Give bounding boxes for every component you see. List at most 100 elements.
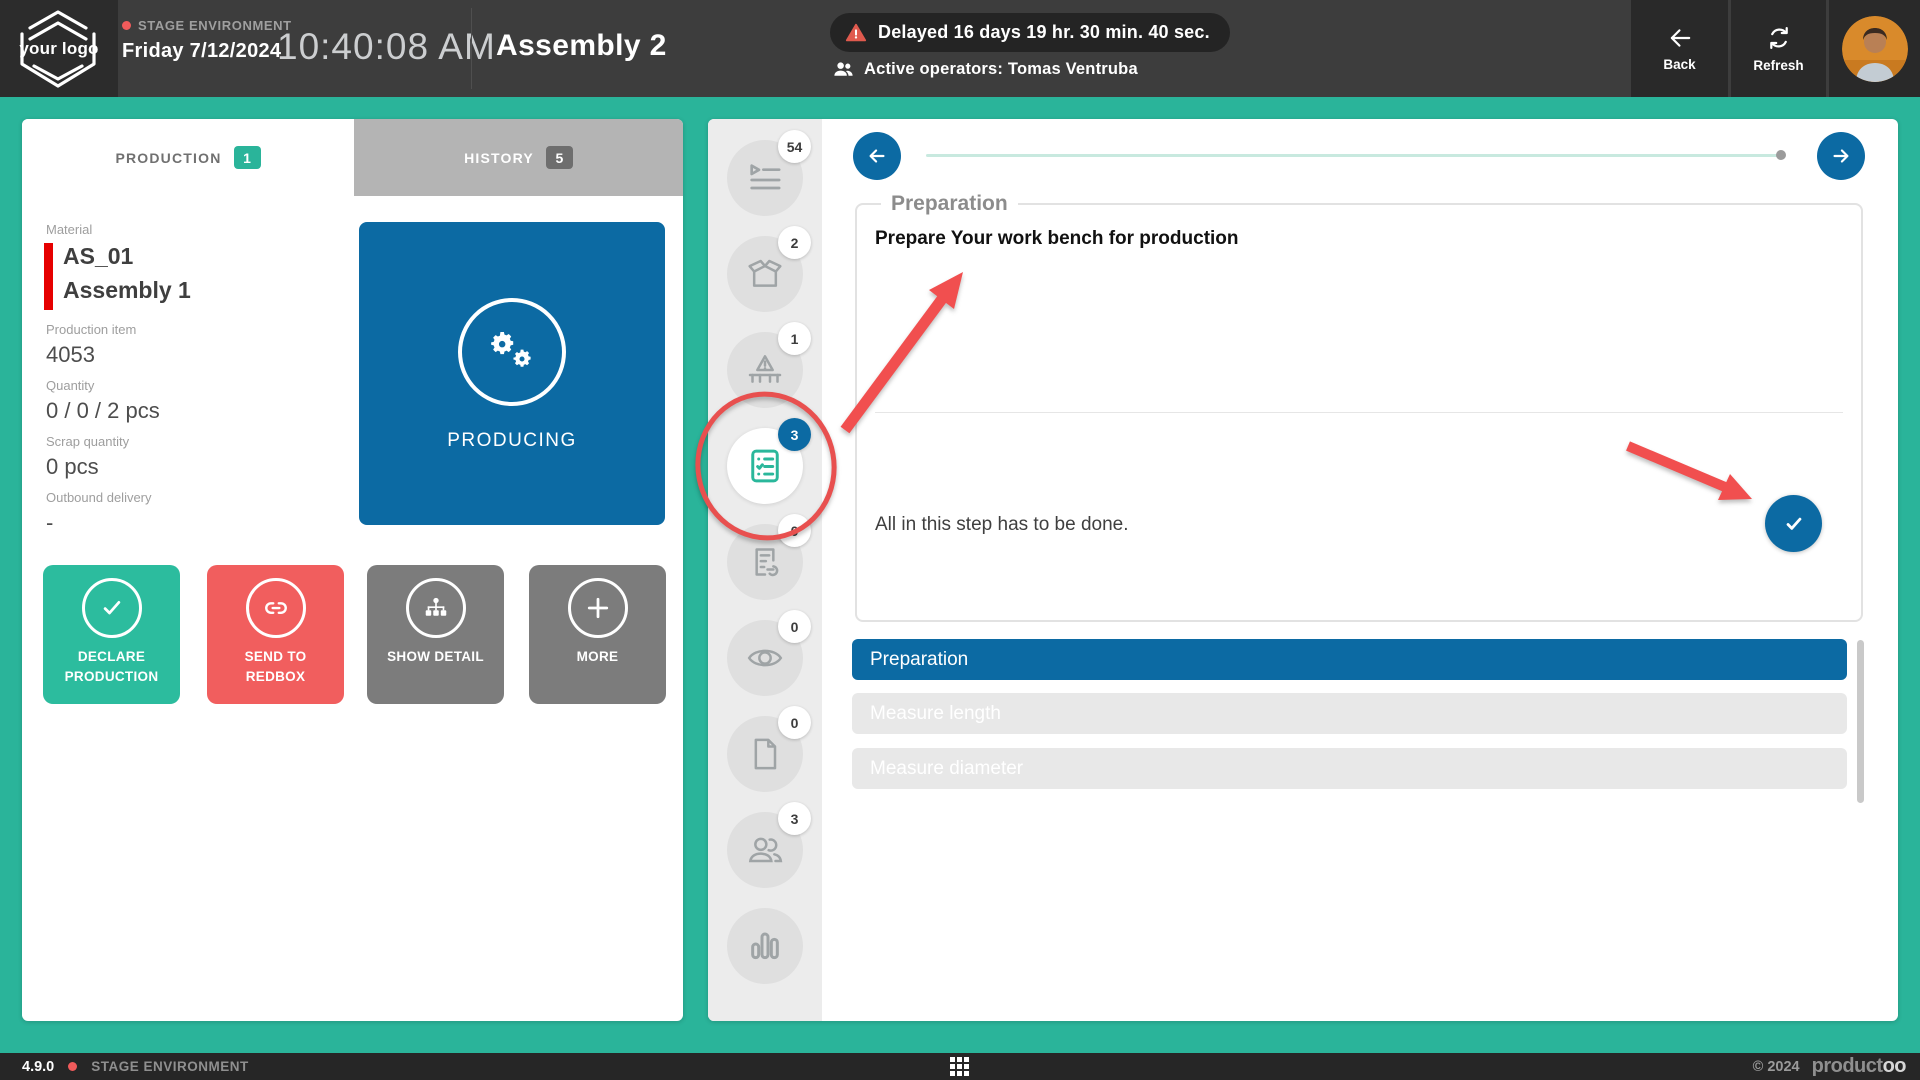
delay-message: Delayed 16 days 19 hr. 30 min. 40 sec. [878,22,1210,43]
step-note: All in this step has to be done. [875,514,1129,536]
avatar-block [1829,0,1920,97]
material-code: AS_01 [63,243,133,270]
operators-icon [832,58,855,81]
rail-badge: 3 [778,418,811,451]
step-progress-handle[interactable] [1776,150,1786,160]
step-progress-track [926,154,1783,157]
current-date: Friday 7/12/2024 [122,40,292,63]
tab-production-label: PRODUCTION [115,150,221,166]
tab-history[interactable]: HISTORY 5 [354,119,683,196]
quantity-value: 0 / 0 / 2 pcs [46,398,160,424]
application-window: your logo STAGE ENVIRONMENT Friday 7/12/… [0,0,1920,1080]
next-step-button[interactable] [1817,132,1865,180]
workplace-title: Assembly 2 [496,29,667,63]
producing-status-tile[interactable]: PRODUCING [359,222,665,525]
warning-triangle-icon [845,22,867,44]
production-queue-icon [745,158,785,198]
rail-item-inspection[interactable]: 0 [727,620,803,696]
avatar-photo [1842,16,1908,82]
production-item-label: Production item [46,322,136,337]
work-instruction-icon [745,542,785,582]
rail-badge: 0 [778,610,811,643]
declare-production-button[interactable]: DECLAREPRODUCTION [43,565,180,704]
quantity-label: Quantity [46,378,94,393]
check-circle-icon [82,578,142,638]
operators-group-icon [745,830,785,870]
step-item-preparation[interactable]: Preparation [852,639,1847,680]
scrollbar-thumb[interactable] [1857,640,1864,803]
material-priority-bar [44,243,53,310]
clock: 10:40:08 AM [277,26,457,68]
inspection-eye-icon [745,638,785,678]
back-button[interactable]: Back [1631,0,1728,97]
work-steps-panel: 54 2 [708,119,1898,1021]
rail-item-material-box[interactable]: 2 [727,236,803,312]
refresh-button[interactable]: Refresh [1731,0,1826,97]
tab-production[interactable]: PRODUCTION 1 [22,119,354,196]
icon-rail: 54 2 [708,119,822,1021]
app-version: 4.9.0 [22,1059,54,1075]
rail-badge: 3 [778,802,811,835]
material-name: Assembly 1 [63,277,191,304]
show-detail-button[interactable]: SHOW DETAIL [367,565,504,704]
material-box-icon [745,254,785,294]
sitemap-icon [406,578,466,638]
step-group: Preparation Prepare Your work bench for … [855,192,1863,622]
action-label: SHOW DETAIL [387,647,484,667]
scrap-quantity-value: 0 pcs [46,454,99,480]
gears-icon [485,327,539,377]
rail-item-documents[interactable]: 0 [727,716,803,792]
production-item-value: 4053 [46,342,95,368]
production-panel: PRODUCTION 1 HISTORY 5 Material AS_01 As… [22,119,683,1021]
arrow-right-icon [1830,145,1852,167]
arrow-left-icon [866,145,888,167]
company-logo: your logo [0,0,118,97]
step-instruction: Prepare Your work bench for production [875,228,1239,250]
back-label: Back [1663,57,1695,72]
rail-badge: 0 [778,706,811,739]
send-to-redbox-button[interactable]: SEND TOREDBOX [207,565,344,704]
active-operators-row: Active operators: Tomas Ventruba [832,58,1138,81]
action-label: DECLAREPRODUCTION [65,647,159,686]
statistics-icon [745,926,785,966]
confirm-step-button[interactable] [1765,495,1822,552]
checklist-icon [744,445,786,487]
step-divider [875,412,1843,413]
plus-icon [568,578,628,638]
more-button[interactable]: MORE [529,565,666,704]
link-icon [246,578,306,638]
outbound-delivery-value: - [46,510,53,536]
tab-production-count: 1 [234,146,261,169]
previous-step-button[interactable] [853,132,901,180]
step-item-measure-diameter[interactable]: Measure diameter [852,748,1847,789]
step-group-legend: Preparation [881,192,1018,216]
app-grid-icon[interactable] [950,1057,970,1077]
user-avatar[interactable] [1842,16,1908,82]
rail-item-checklist[interactable]: 3 [727,428,803,504]
material-label: Material [46,222,92,237]
copyright: © 2024 [1753,1059,1800,1075]
logo-text: your logo [19,39,98,59]
delay-status-pill: Delayed 16 days 19 hr. 30 min. 40 sec. [830,13,1230,52]
environment-status-dot [122,21,131,30]
rail-badge: 2 [778,226,811,259]
environment-block: STAGE ENVIRONMENT Friday 7/12/2024 [122,18,292,63]
header-bar: your logo STAGE ENVIRONMENT Friday 7/12/… [0,0,1920,97]
rail-badge: 1 [778,322,811,355]
rail-item-work-instruction[interactable]: 0 [727,524,803,600]
rail-badge: 54 [778,130,811,163]
step-item-measure-length[interactable]: Measure length [852,693,1847,734]
back-arrow-icon [1664,25,1696,51]
machine-issue-icon [745,350,785,390]
action-label: SEND TOREDBOX [245,647,307,686]
outbound-delivery-label: Outbound delivery [46,490,152,505]
rail-item-production-queue[interactable]: 54 [727,140,803,216]
footer-environment-label: STAGE ENVIRONMENT [91,1059,249,1074]
rail-item-statistics[interactable] [727,908,803,984]
check-icon [1781,511,1807,537]
rail-item-machine-issue[interactable]: 1 [727,332,803,408]
tab-history-label: HISTORY [464,150,534,166]
rail-badge: 0 [778,514,811,547]
rail-item-operators[interactable]: 3 [727,812,803,888]
documents-icon [745,734,785,774]
